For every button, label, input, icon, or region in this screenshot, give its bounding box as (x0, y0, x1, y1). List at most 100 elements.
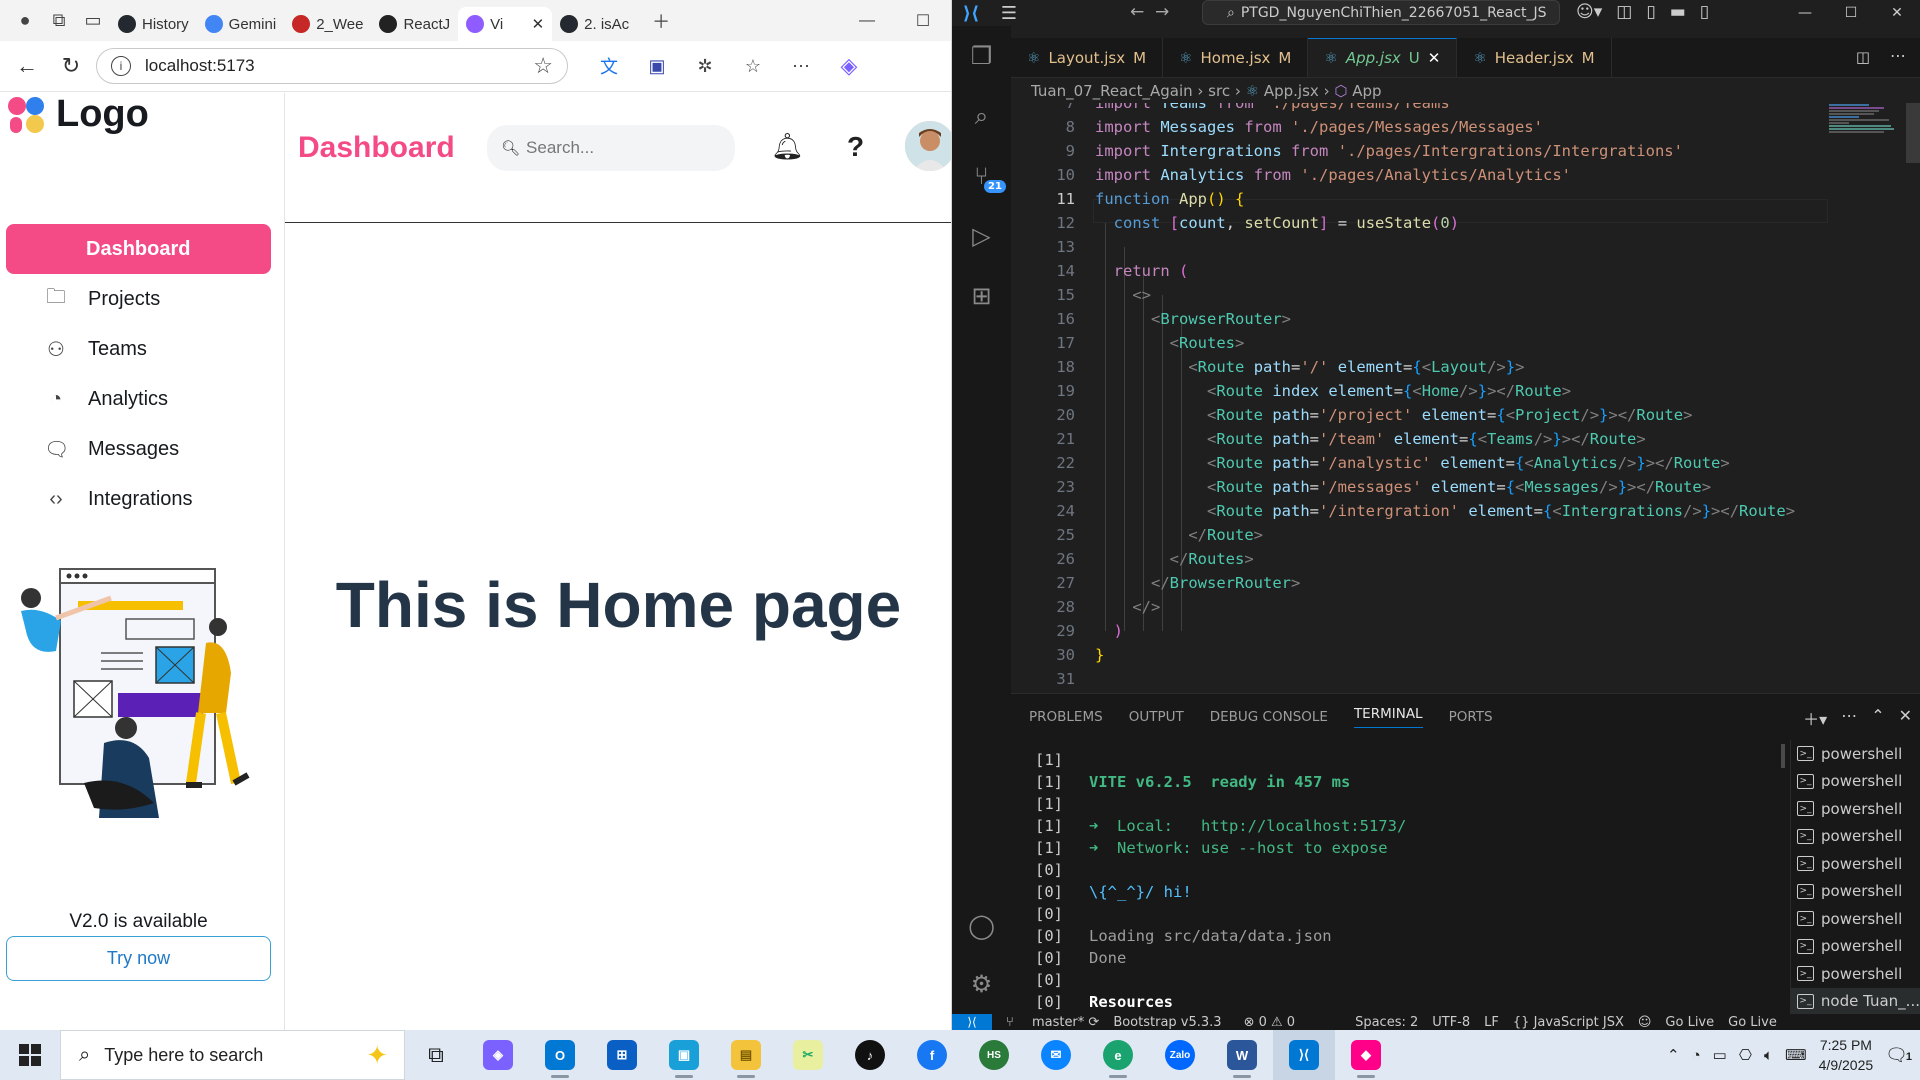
copilot-icon[interactable]: ☺▾ (1576, 2, 1602, 22)
search-icon[interactable]: ⌕ (952, 86, 1011, 146)
code-editor[interactable]: 7 8 9 10 11 12 13 14 15 16 17 18 19 20 21 22 23 24 25 26 27 2… (1011, 103, 1920, 693)
editor-tab[interactable]: ⚛ Home.jsx M (1163, 38, 1309, 77)
split-editor-icon[interactable]: ◫ (1856, 48, 1870, 66)
more-actions-icon[interactable]: ⋯ (1841, 706, 1857, 730)
branch-status[interactable]: ⑂ master* ⟳ (1006, 1015, 1099, 1030)
terminal-instance[interactable]: >_ node Tuan_... (1791, 987, 1920, 1015)
editor-scrollbar[interactable] (1906, 103, 1920, 163)
maximize-icon[interactable]: ☐ (1828, 0, 1874, 26)
favorite-star-icon[interactable]: ☆ (533, 53, 553, 79)
bootstrap-status[interactable]: Bootstrap v5.3.3 (1113, 1015, 1221, 1030)
store-app-icon[interactable]: ⊞ (591, 1030, 653, 1080)
browser-tab[interactable]: ReactJ (371, 7, 458, 41)
explorer-icon[interactable]: ❐ (952, 26, 1011, 86)
browser-tab[interactable]: 2_Wee (284, 7, 371, 41)
new-tab-icon[interactable]: ＋ (644, 4, 678, 38)
avatar[interactable] (905, 121, 951, 171)
breadcrumb-item[interactable]: Tuan_07_React_Again (1031, 82, 1193, 100)
more-actions-icon[interactable]: ⋯ (1890, 46, 1906, 65)
editor-tab[interactable]: ⚛ App.jsx U ✕ (1308, 38, 1458, 77)
browser-tab[interactable]: Vi ✕ (458, 7, 553, 41)
terminal-output[interactable]: [1] [1] VITE v6.2.5 ready in 457 ms [1] [1] ➜… (1035, 751, 1795, 1015)
notifications-icon[interactable]: 🗨︎ 1 (1885, 1045, 1912, 1066)
minimize-icon[interactable]: — (839, 0, 895, 41)
close-tab-icon[interactable]: ✕ (532, 15, 545, 33)
workspaces-icon[interactable]: ⧉ (42, 4, 76, 38)
taskbar-search[interactable]: ⌕ Type here to search ✦ (60, 1030, 405, 1080)
try-now-button[interactable]: Try now (6, 936, 271, 981)
toggle-sidebar-icon[interactable]: ▯ (1646, 2, 1655, 22)
task-view-icon[interactable]: ⧉ (405, 1030, 467, 1080)
maximize-icon[interactable]: ☐ (895, 0, 951, 41)
extensions-puzzle-icon[interactable]: ✲ (684, 47, 726, 85)
outlook-app-icon[interactable]: O (529, 1030, 591, 1080)
toggle-secondary-sidebar-icon[interactable]: ▯ (1700, 2, 1709, 22)
edge-app-icon[interactable]: e (1087, 1030, 1149, 1080)
account-icon[interactable]: ◯ (952, 896, 1011, 956)
maximize-panel-icon[interactable]: ⌃ (1871, 706, 1884, 730)
copilot-status-icon[interactable]: ☺ (1638, 1015, 1652, 1030)
terminal-instance[interactable]: >_ powershell (1791, 878, 1920, 906)
hs-app-icon[interactable]: HS (963, 1030, 1025, 1080)
file-explorer-app-icon[interactable]: ▤ (715, 1030, 777, 1080)
terminal-instance[interactable]: >_ powershell (1791, 823, 1920, 851)
extensions-icon[interactable]: ⊞ (952, 266, 1011, 326)
snipping-app-icon[interactable]: ✂ (777, 1030, 839, 1080)
vscode-app-icon[interactable]: ⟩⟨ (1273, 1030, 1335, 1080)
help-icon[interactable]: ? (847, 131, 864, 163)
eol-status[interactable]: LF (1484, 1015, 1499, 1030)
start-button[interactable] (0, 1030, 60, 1080)
close-tab-icon[interactable]: ✕ (1428, 49, 1441, 67)
facebook-app-icon[interactable]: f (901, 1030, 963, 1080)
hamburger-menu-icon[interactable]: ☰ (990, 3, 1028, 24)
language-status[interactable]: {} JavaScript JSX (1513, 1015, 1624, 1030)
battery-icon[interactable]: ▭ (1713, 1046, 1727, 1064)
address-bar[interactable]: i localhost:5173 ☆ (96, 48, 568, 84)
golive-status[interactable]: Go Live (1665, 1015, 1714, 1030)
refresh-icon[interactable]: ↻ (52, 47, 90, 85)
settings-gear-icon[interactable]: ⚙ (952, 954, 1011, 1014)
messenger-app-icon[interactable]: ✉ (1025, 1030, 1087, 1080)
terminal-instance[interactable]: >_ powershell (1791, 795, 1920, 823)
toggle-panel-icon[interactable]: ▬ (1670, 2, 1686, 22)
search-input[interactable]: 🔍︎ Search... (487, 125, 735, 171)
source-control-icon[interactable]: ⑂ 21 (952, 146, 1011, 206)
zalo-app-icon[interactable]: Zalo (1149, 1030, 1211, 1080)
volume-icon[interactable]: 🔈︎ (1764, 1047, 1773, 1064)
command-center[interactable]: ⌕ PTGD_NguyenChiThien_22667051_React_JS (1202, 0, 1560, 25)
terminal-instance[interactable]: >_ powershell (1791, 850, 1920, 878)
site-info-icon[interactable]: i (111, 56, 131, 76)
tiktok-app-icon[interactable]: ♪ (839, 1030, 901, 1080)
other-app-icon[interactable]: ◆ (1335, 1030, 1397, 1080)
nav-back-forward-icon[interactable]: ← → (1130, 2, 1169, 22)
panel-tab-debug-console[interactable]: DEBUG CONSOLE (1210, 709, 1328, 725)
sidebar-item-teams[interactable]: ⚇ Teams (6, 324, 271, 374)
indent-status[interactable]: Spaces: 2 (1355, 1015, 1418, 1030)
profile-icon[interactable]: ● (8, 4, 42, 38)
sidebar-item-projects[interactable]: 🗀 Projects (6, 274, 271, 324)
keyboard-icon[interactable]: ⌨ (1785, 1046, 1807, 1064)
run-debug-icon[interactable]: ▷ (952, 206, 1011, 266)
sidebar-item-analytics[interactable]: ◔ Analytics (6, 374, 271, 424)
minimize-icon[interactable]: — (1782, 0, 1828, 26)
breadcrumb-item[interactable]: App.jsx (1264, 82, 1319, 100)
terminal-instance[interactable]: >_ powershell (1791, 740, 1920, 768)
close-panel-icon[interactable]: ✕ (1899, 706, 1912, 730)
extension-icon[interactable]: ▣ (636, 47, 678, 85)
terminal-instance[interactable]: >_ powershell (1791, 933, 1920, 961)
back-icon[interactable]: ← (8, 47, 46, 85)
terminal-scrollbar[interactable] (1781, 744, 1785, 768)
browser-tab[interactable]: 2. isAc (552, 7, 638, 41)
editor-tab[interactable]: ⚛ Header.jsx M (1457, 38, 1612, 77)
bell-icon[interactable]: 🔔︎ (771, 131, 804, 162)
terminal-instance[interactable]: >_ powershell (1791, 768, 1920, 796)
breadcrumb-item[interactable]: src (1208, 82, 1230, 100)
close-icon[interactable]: ✕ (1874, 0, 1920, 26)
word-app-icon[interactable]: W (1211, 1030, 1273, 1080)
layout-icon[interactable]: ◫ (1616, 2, 1632, 22)
panel-tab-problems[interactable]: PROBLEMS (1029, 709, 1103, 725)
favorites-icon[interactable]: ☆ (732, 47, 774, 85)
wifi-icon[interactable]: ◔ (1692, 1047, 1701, 1064)
breadcrumb-item[interactable]: App (1352, 82, 1381, 100)
terminal-instance[interactable]: >_ powershell (1791, 960, 1920, 988)
